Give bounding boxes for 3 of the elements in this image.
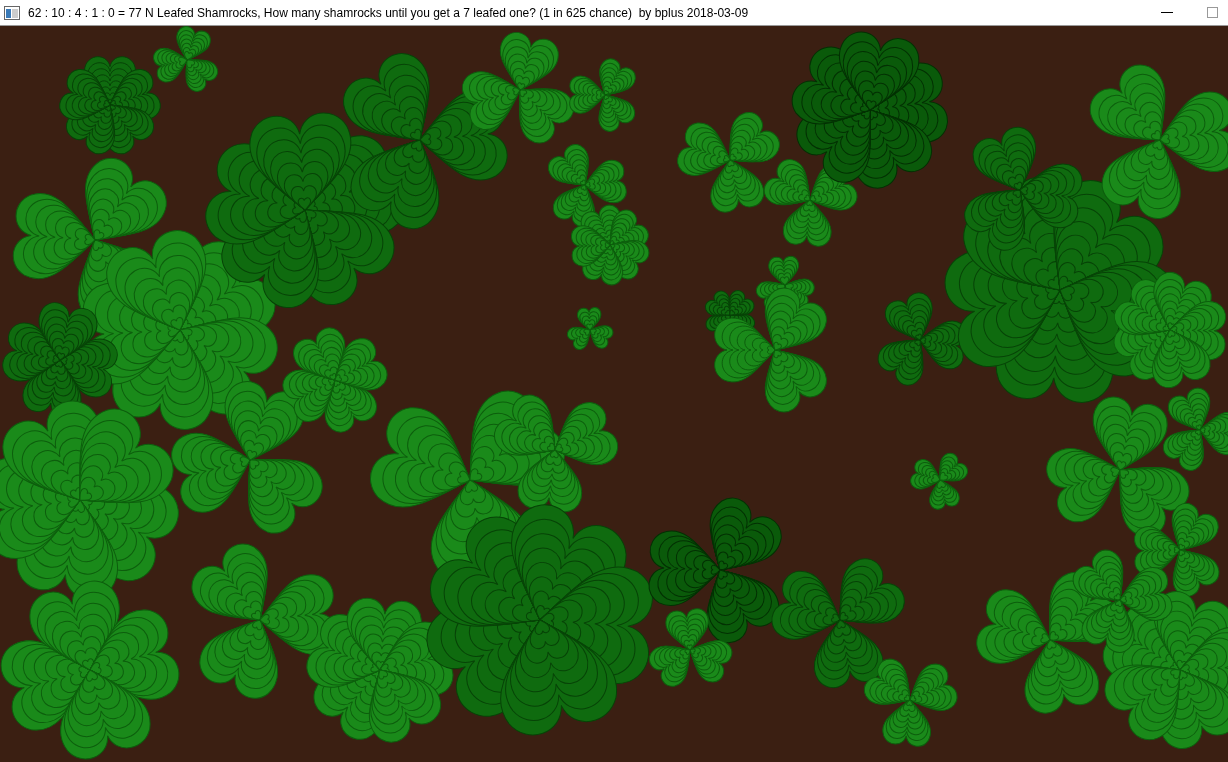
app-icon [4,5,20,20]
maximize-icon[interactable] [1207,7,1218,18]
window-title: 62 : 10 : 4 : 1 : 0 = 77 N Leafed Shamrocks, How many shamrocks until you get a 7 leafed one? (1 in 625 chance) by bplus 2018-03-09 [28,4,749,22]
